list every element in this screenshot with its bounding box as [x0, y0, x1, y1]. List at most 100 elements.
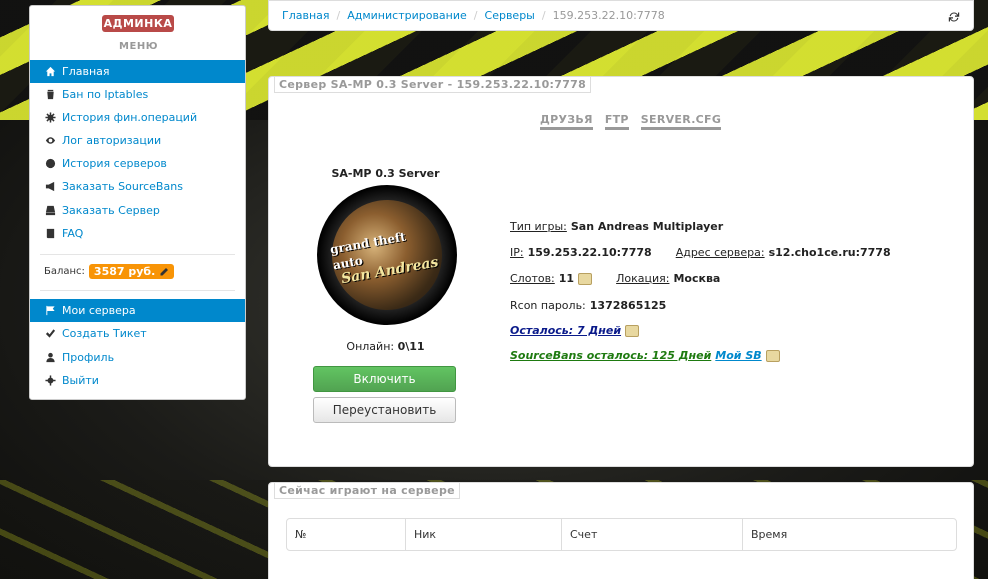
- trash-icon: [45, 89, 56, 100]
- bullhorn-icon: [45, 181, 56, 192]
- remaining-row: Осталось: 7 Дней: [510, 324, 640, 337]
- sidebar-item-finance-history[interactable]: История фин.операций: [30, 106, 245, 129]
- rcon-value: 1372865125: [589, 299, 667, 312]
- breadcrumb: Главная / Администрирование / Серверы / …: [268, 0, 974, 31]
- breadcrumb-servers[interactable]: Серверы: [485, 9, 535, 22]
- sidebar-item-order-server[interactable]: Заказать Сервер: [30, 199, 245, 222]
- breadcrumb-separator: /: [336, 9, 341, 22]
- server-name: SA-MP 0.3 Server: [331, 167, 440, 180]
- address-label: Адрес сервера:: [675, 246, 765, 259]
- sidebar-item-label: Бан по Iptables: [62, 88, 149, 101]
- start-button[interactable]: Включить: [313, 366, 456, 392]
- server-tabs: ДРУЗЬЯ FTP SERVER.CFG: [540, 113, 722, 130]
- sidebar-item-server-history[interactable]: История серверов: [30, 152, 245, 175]
- edit-slots-icon[interactable]: [578, 272, 593, 285]
- sidebar-item-logout[interactable]: Выйти: [30, 369, 245, 392]
- online-count: Онлайн: 0\11: [313, 340, 458, 353]
- sidebar-item-label: Заказать Сервер: [62, 204, 160, 217]
- game-type-value: San Andreas Multiplayer: [570, 220, 724, 233]
- sidebar-item-auth-log[interactable]: Лог авторизации: [30, 129, 245, 152]
- reinstall-button[interactable]: Переустановить: [313, 397, 456, 423]
- breadcrumb-separator: /: [541, 9, 546, 22]
- sourcebans-row: SourceBans осталось: 125 Дней Мой SB: [510, 349, 780, 362]
- check-icon: [45, 328, 56, 339]
- players-panel: Сейчас играют на сервере № Ник Счет Врем…: [268, 482, 974, 579]
- column-nick: Ник: [406, 519, 562, 550]
- breadcrumb-current: 159.253.22.10:7778: [552, 9, 665, 22]
- players-panel-title: Сейчас играют на сервере: [274, 482, 460, 499]
- breadcrumb-administration[interactable]: Администрирование: [347, 9, 467, 22]
- remaining-link[interactable]: Осталось: 7 Дней: [510, 324, 621, 337]
- sidebar-item-label: История фин.операций: [62, 111, 198, 124]
- slots-label: Слотов:: [510, 272, 555, 285]
- column-time: Время: [751, 528, 788, 541]
- location-value: Москва: [673, 272, 721, 285]
- server-panel: Сервер SA-MP 0.3 Server - 159.253.22.10:…: [268, 76, 974, 467]
- user-icon: [45, 352, 56, 363]
- sidebar-item-order-sourcebans[interactable]: Заказать SourceBans: [30, 175, 245, 198]
- breadcrumb-home[interactable]: Главная: [282, 9, 330, 22]
- book-icon: [45, 228, 56, 239]
- sidebar-item-label: Мои сервера: [62, 304, 136, 317]
- sidebar-item-label: FAQ: [62, 227, 84, 240]
- tab-friends[interactable]: ДРУЗЬЯ: [540, 113, 593, 130]
- sidebar-item-faq[interactable]: FAQ: [30, 222, 245, 245]
- balance-value: 3587 руб.: [93, 265, 156, 278]
- sidebar-item-label: История серверов: [62, 157, 167, 170]
- sidebar-item-label: Главная: [62, 65, 110, 78]
- sidebar-item-label: Заказать SourceBans: [62, 180, 183, 193]
- sidebar-item-label: Выйти: [62, 374, 99, 387]
- balance: Баланс: 3587 руб.: [44, 264, 175, 279]
- refresh-icon[interactable]: [948, 11, 960, 23]
- divider: [40, 290, 235, 291]
- admin-brand-badge[interactable]: АДМИНКА: [102, 15, 174, 32]
- ip-label: IP:: [510, 246, 524, 259]
- sidebar-item-label: Профиль: [62, 351, 115, 364]
- sb-renew-icon[interactable]: [765, 349, 780, 362]
- sourcebans-remaining-link[interactable]: SourceBans осталось: 125 Дней: [510, 349, 711, 362]
- sidebar-item-my-servers[interactable]: Мои сервера: [30, 299, 245, 322]
- game-type-label: Тип игры:: [510, 220, 567, 233]
- slots-value: 11: [558, 272, 575, 285]
- rcon-label: Rcon пароль:: [510, 299, 586, 312]
- slots-row: Слотов: 11 Локация: Москва: [510, 272, 720, 285]
- ip-row: IP: 159.253.22.10:7778 Адрес сервера: s1…: [510, 246, 891, 259]
- tab-ftp[interactable]: FTP: [604, 113, 629, 130]
- sidebar-item-create-ticket[interactable]: Создать Тикет: [30, 322, 245, 345]
- rcon-row: Rcon пароль: 1372865125: [510, 299, 666, 312]
- sidebar-item-profile[interactable]: Профиль: [30, 346, 245, 369]
- game-type-row: Тип игры: San Andreas Multiplayer: [510, 220, 723, 233]
- tab-server-cfg[interactable]: SERVER.CFG: [640, 113, 722, 130]
- server-panel-title: Сервер SA-MP 0.3 Server - 159.253.22.10:…: [274, 76, 592, 93]
- breadcrumb-separator: /: [473, 9, 478, 22]
- cog-icon: [45, 375, 56, 386]
- players-table: № Ник Счет Время: [286, 518, 957, 551]
- logo-inner: grand theft auto San Andreas: [323, 191, 451, 319]
- gear-icon: [45, 112, 56, 123]
- my-sb-link[interactable]: Мой SB: [715, 349, 761, 362]
- ip-value: 159.253.22.10:7778: [527, 246, 652, 259]
- divider: [40, 254, 235, 255]
- online-value: 0\11: [397, 340, 425, 353]
- sidebar-item-label: Лог авторизации: [62, 134, 162, 147]
- pencil-icon: [160, 267, 169, 275]
- home-icon: [45, 66, 56, 77]
- flag-icon: [45, 305, 56, 316]
- hdd-icon: [45, 205, 56, 216]
- renew-icon[interactable]: [625, 324, 640, 337]
- eye-icon: [45, 135, 56, 146]
- sidebar-item-label: Создать Тикет: [62, 327, 147, 340]
- online-label: Онлайн:: [346, 340, 395, 353]
- sidebar-item-iptables-ban[interactable]: Бан по Iptables: [30, 83, 245, 106]
- globe-icon: [45, 158, 56, 169]
- balance-label: Баланс:: [44, 266, 85, 277]
- address-value: s12.cho1ce.ru:7778: [768, 246, 891, 259]
- column-score: Счет: [562, 519, 743, 550]
- menu-title: МЕНЮ: [119, 41, 158, 52]
- gta-sa-logo: grand theft auto San Andreas: [317, 185, 457, 325]
- column-number: №: [287, 519, 406, 550]
- location-label: Локация:: [616, 272, 670, 285]
- balance-badge[interactable]: 3587 руб.: [88, 264, 175, 279]
- sidebar: АДМИНКА МЕНЮ Главная Бан по Iptables Ист…: [29, 5, 246, 400]
- sidebar-item-home[interactable]: Главная: [30, 60, 245, 83]
